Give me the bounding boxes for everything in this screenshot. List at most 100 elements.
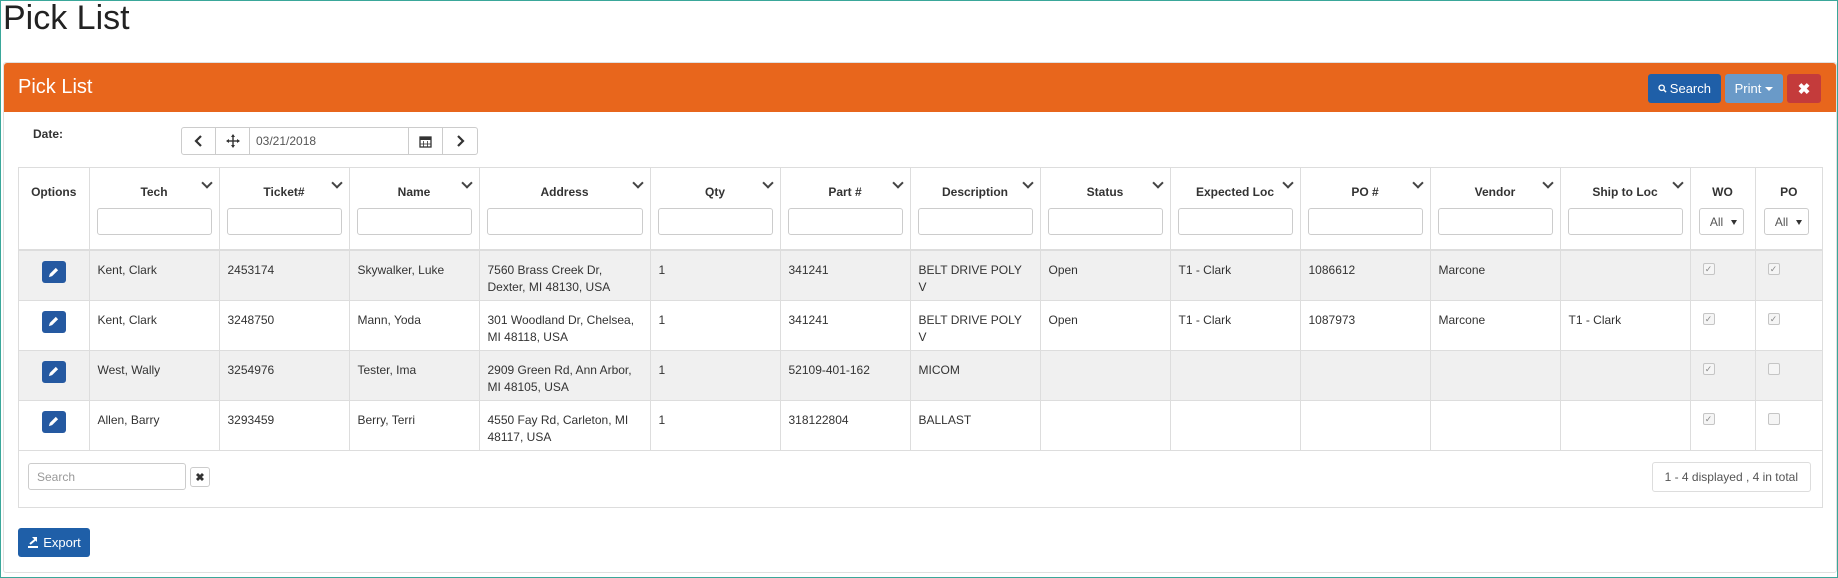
col-ticket[interactable]: Ticket# xyxy=(219,168,350,251)
filter-input-expected-loc[interactable] xyxy=(1177,208,1293,235)
date-label: Date: xyxy=(33,127,64,141)
filter-input-ticket[interactable] xyxy=(226,208,342,235)
cell-status: Open xyxy=(1040,250,1171,301)
caret-down-icon xyxy=(1765,86,1774,91)
close-button[interactable]: ✖ xyxy=(1787,74,1821,103)
header-actions: Search Print ✖ xyxy=(1648,74,1821,103)
filter-input-part[interactable] xyxy=(787,208,903,235)
cell-tech: Kent, Clark xyxy=(89,300,220,351)
col-description[interactable]: Description xyxy=(910,168,1041,251)
table-row: Allen, Barry 3293459 Berry, Terri 4550 Fay … xyxy=(19,400,1822,451)
col-header-label: PO # xyxy=(1351,185,1379,199)
cell-part: 341241 xyxy=(780,300,911,351)
col-header-label: Ticket# xyxy=(263,185,305,199)
move-icon xyxy=(225,134,240,148)
header-row: Options Tech Ticket# Name Address Qty Pa… xyxy=(19,168,1822,251)
cell-po-num xyxy=(1300,350,1431,401)
cell-address: 301 Woodland Dr, Chelsea, MI 48118, USA xyxy=(479,300,651,351)
date-input[interactable]: 03/21/2018 xyxy=(250,128,409,154)
wo-checkbox[interactable]: ✓ xyxy=(1702,362,1715,375)
col-vendor[interactable]: Vendor xyxy=(1430,168,1561,251)
cell-part: 341241 xyxy=(780,250,911,301)
pager-status: 1 - 4 displayed , 4 in total xyxy=(1651,462,1811,492)
cell-wo: ✓ xyxy=(1690,400,1756,451)
wo-checkbox[interactable]: ✓ xyxy=(1702,312,1715,325)
today-button[interactable] xyxy=(216,128,250,154)
search-button[interactable]: Search xyxy=(1648,74,1721,103)
cell-po xyxy=(1755,350,1822,401)
wo-checkbox[interactable]: ✓ xyxy=(1702,263,1715,275)
col-header-label: Options xyxy=(31,185,77,199)
cell-status xyxy=(1040,400,1171,451)
filter-input-po-number[interactable] xyxy=(1307,208,1423,235)
filter-input-description[interactable] xyxy=(917,208,1033,235)
panel-title: Pick List xyxy=(18,76,93,98)
col-status[interactable]: Status xyxy=(1040,168,1171,251)
col-po-number[interactable]: PO # xyxy=(1300,168,1431,251)
table-body: Kent, Clark 2453174 Skywalker, Luke 7560 Br… xyxy=(19,250,1822,451)
cell-ship-to xyxy=(1560,250,1691,301)
search-button-label: Search xyxy=(1669,81,1711,96)
cell-address: 2909 Green Rd, Ann Arbor, MI 48105, USA xyxy=(479,350,651,401)
calendar-button[interactable] xyxy=(409,128,443,154)
clear-search-button[interactable]: ✖ xyxy=(190,467,210,487)
cell-po-num: 1087973 xyxy=(1300,300,1431,351)
col-header-label: Expected Loc xyxy=(1195,185,1275,199)
pick-list-grid: Options Tech Ticket# Name Address Qty Pa… xyxy=(18,167,1823,508)
col-header-label: Description xyxy=(941,185,1008,199)
col-qty[interactable]: Qty xyxy=(650,168,781,251)
filter-input-name[interactable] xyxy=(356,208,472,235)
filter-input-vendor[interactable] xyxy=(1437,208,1553,235)
col-header-label: Part # xyxy=(828,185,862,199)
col-ship-to-loc[interactable]: Ship to Loc xyxy=(1560,168,1691,251)
cell-po: ✓ xyxy=(1755,300,1822,351)
wo-checkbox[interactable]: ✓ xyxy=(1702,412,1715,425)
print-button[interactable]: Print xyxy=(1725,74,1783,103)
cell-vendor: Marcone xyxy=(1430,250,1561,301)
filter-input-qty[interactable] xyxy=(657,208,773,235)
wo-filter-select[interactable]: All xyxy=(1698,208,1744,235)
edit-button[interactable] xyxy=(41,410,66,433)
col-header-label: Status xyxy=(1086,185,1124,199)
filter-input-address[interactable] xyxy=(486,208,643,235)
chevron-right-icon xyxy=(457,135,465,147)
filter-input-ship-to-loc[interactable] xyxy=(1567,208,1683,235)
filter-input-tech[interactable] xyxy=(96,208,212,235)
cell-address: 4550 Fay Rd, Carleton, MI 48117, USA xyxy=(479,400,651,451)
cell-expected-loc: T1 - Clark xyxy=(1170,250,1301,301)
po-checkbox[interactable] xyxy=(1767,412,1780,425)
edit-button[interactable] xyxy=(41,360,66,383)
cell-part: 52109-401-162 xyxy=(780,350,911,401)
cell-wo: ✓ xyxy=(1690,250,1756,301)
col-tech[interactable]: Tech xyxy=(89,168,220,251)
cell-name: Berry, Terri xyxy=(349,400,480,451)
col-name[interactable]: Name xyxy=(349,168,480,251)
chevron-left-icon xyxy=(193,135,202,147)
cell-name: Skywalker, Luke xyxy=(349,250,480,301)
filter-input-status[interactable] xyxy=(1047,208,1163,235)
po-checkbox[interactable]: ✓ xyxy=(1767,312,1780,325)
col-options: Options xyxy=(19,168,90,251)
export-button[interactable]: Export xyxy=(18,528,90,557)
col-part[interactable]: Part # xyxy=(780,168,911,251)
cell-ticket: 2453174 xyxy=(219,250,350,301)
edit-button[interactable] xyxy=(41,261,66,283)
po-filter-select[interactable]: All xyxy=(1763,208,1809,235)
cell-ticket: 3293459 xyxy=(219,400,350,451)
po-filter-value: All xyxy=(1774,214,1789,229)
prev-date-button[interactable] xyxy=(182,128,216,154)
po-checkbox[interactable] xyxy=(1767,362,1780,375)
col-po: PO All xyxy=(1755,168,1822,251)
col-wo: WO All xyxy=(1690,168,1756,251)
po-checkbox[interactable]: ✓ xyxy=(1767,263,1780,275)
col-expected-loc[interactable]: Expected Loc xyxy=(1170,168,1301,251)
col-address[interactable]: Address xyxy=(479,168,651,251)
cell-ship-to xyxy=(1560,350,1691,401)
grid-search-input[interactable]: Search xyxy=(28,463,186,490)
page-title: Pick List xyxy=(3,0,130,37)
options-cell xyxy=(19,350,90,401)
next-date-button[interactable] xyxy=(443,128,477,154)
col-header-label: Tech xyxy=(140,185,168,199)
edit-button[interactable] xyxy=(41,310,66,333)
col-header-label: Ship to Loc xyxy=(1592,185,1658,199)
